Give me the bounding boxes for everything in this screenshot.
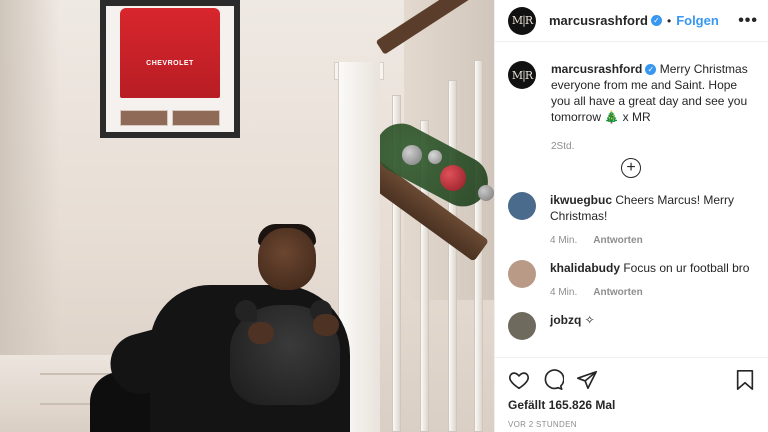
verified-icon: ✓ [650, 15, 662, 26]
framed-jersey: CHEVROLET [100, 0, 240, 138]
hand [313, 314, 339, 336]
comment-text: khalidabudy Focus on ur football bro [550, 260, 749, 276]
share-icon[interactable] [576, 369, 598, 391]
silver-bauble [402, 145, 422, 165]
likes-count[interactable]: Gefällt 165.826 Mal [508, 398, 755, 412]
baluster [448, 80, 457, 432]
person-head [258, 228, 316, 290]
more-icon[interactable]: ••• [738, 12, 758, 30]
jersey-sponsor: CHEVROLET [146, 60, 194, 67]
bookmark-icon[interactable] [735, 369, 755, 391]
avatar[interactable]: M|R [508, 6, 536, 35]
frame-photos [120, 110, 220, 126]
comment-icon[interactable] [542, 369, 564, 391]
post-timestamp[interactable]: VOR 2 STUNDEN [508, 420, 755, 429]
comment-time: 4 Min. [550, 235, 578, 246]
caption-text: marcusrashford ✓ Merry Christmas everyone… [551, 61, 754, 125]
avatar[interactable] [508, 260, 536, 288]
comment-body: Focus on ur football bro [620, 261, 750, 275]
hand [248, 322, 274, 344]
comment-body: ✧ [581, 313, 595, 327]
red-bauble [440, 165, 466, 191]
silver-bauble [478, 185, 494, 201]
follow-button[interactable]: Folgen [676, 13, 719, 28]
username-link[interactable]: marcusrashford [549, 13, 648, 28]
caption-time: 2Std. [551, 141, 575, 152]
post-photo[interactable]: CHEVROLET [0, 0, 494, 432]
post-actions: Gefällt 165.826 Mal VOR 2 STUNDEN [495, 357, 768, 432]
post-header: M|R marcusrashford ✓ • Folgen ••• [495, 0, 768, 42]
list-item: khalidabudy Focus on ur football bro 4 M… [508, 260, 754, 298]
post-sidebar: M|R marcusrashford ✓ • Folgen ••• M|R ma… [494, 0, 768, 432]
add-comment-icon[interactable]: + [621, 158, 641, 178]
caption-username[interactable]: marcusrashford [551, 62, 642, 76]
avatar[interactable]: M|R [508, 61, 536, 89]
list-item: jobzq ✧ [508, 312, 754, 340]
comment-username[interactable]: ikwuegbuc [550, 193, 612, 207]
comment-text: jobzq ✧ [550, 312, 595, 328]
comment-username[interactable]: jobzq [550, 313, 581, 327]
reply-button[interactable]: Antworten [593, 235, 642, 246]
comments-list[interactable]: M|R marcusrashford ✓ Merry Christmas ever… [495, 42, 768, 357]
separator: • [666, 13, 672, 28]
comment-time: 4 Min. [550, 287, 578, 298]
silver-bauble [428, 150, 442, 164]
caption: M|R marcusrashford ✓ Merry Christmas ever… [508, 61, 754, 152]
heart-icon[interactable] [508, 369, 530, 391]
jersey: CHEVROLET [120, 8, 220, 98]
avatar[interactable] [508, 312, 536, 340]
list-item: ikwuegbuc Cheers Marcus! Merry Christmas… [508, 192, 754, 246]
comment-text: ikwuegbuc Cheers Marcus! Merry Christmas… [550, 192, 754, 224]
avatar[interactable] [508, 192, 536, 220]
dog-ear [235, 300, 257, 322]
reply-button[interactable]: Antworten [593, 287, 642, 298]
verified-icon: ✓ [645, 64, 657, 76]
comment-username[interactable]: khalidabudy [550, 261, 620, 275]
